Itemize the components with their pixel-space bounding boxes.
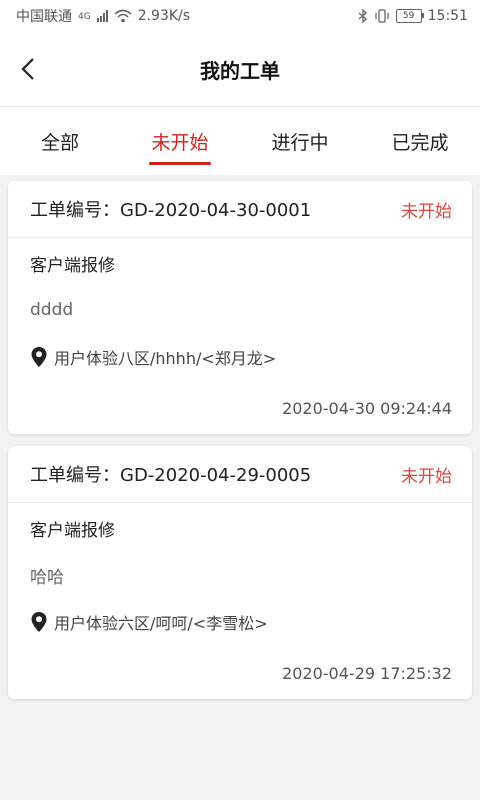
order-card-header: 工单编号：GD-2020-04-29-0005 未开始 [8, 446, 472, 503]
order-time: 2020-04-30 09:24:44 [282, 398, 452, 418]
wifi-icon [114, 9, 132, 23]
tab-bar: 全部 未开始 进行中 已完成 [0, 107, 480, 175]
status-bar: 中国联通 4G 2.93K/s 59 15:51 [0, 0, 480, 32]
location-pin-icon [31, 347, 47, 367]
order-status-badge: 未开始 [401, 201, 452, 222]
order-location: 用户体验六区/呵呵/<李雪松> [54, 614, 268, 633]
order-type: 客户端报修 [30, 520, 115, 541]
location-pin-icon [31, 612, 47, 632]
order-location: 用户体验八区/hhhh/<郑月龙> [54, 349, 277, 368]
clock: 15:51 [427, 8, 468, 24]
status-bar-left: 中国联通 4G 2.93K/s [16, 6, 190, 26]
order-number: 工单编号：GD-2020-04-29-0005 [30, 465, 312, 486]
status-bar-right: 59 15:51 [358, 8, 468, 24]
network-type: 4G [78, 12, 91, 22]
order-location-row: 用户体验六区/呵呵/<李雪松> [30, 597, 452, 647]
order-card-body: 客户端报修 dddd 用户体验八区/hhhh/<郑月龙> 2020-04-30 … [8, 238, 472, 434]
network-speed: 2.93K/s [137, 8, 191, 24]
vibrate-icon [374, 9, 389, 23]
order-number: 工单编号：GD-2020-04-30-0001 [30, 200, 312, 221]
tab-in-progress[interactable]: 进行中 [240, 107, 360, 175]
order-card-body: 客户端报修 哈哈 用户体验六区/呵呵/<李雪松> 2020-04-29 17:2… [8, 503, 472, 699]
chevron-left-icon [21, 58, 34, 80]
battery-icon: 59 [395, 9, 424, 23]
tab-completed[interactable]: 已完成 [360, 107, 480, 175]
order-time: 2020-04-29 17:25:32 [282, 663, 452, 683]
order-card[interactable]: 工单编号：GD-2020-04-29-0005 未开始 客户端报修 哈哈 用户体… [8, 446, 472, 699]
tab-all[interactable]: 全部 [0, 107, 120, 175]
order-card[interactable]: 工单编号：GD-2020-04-30-0001 未开始 客户端报修 dddd 用… [8, 181, 472, 434]
order-description: dddd [30, 300, 74, 320]
carrier-name: 中国联通 [16, 9, 72, 25]
back-button[interactable] [14, 55, 42, 83]
order-status-badge: 未开始 [401, 466, 452, 487]
order-list: 工单编号：GD-2020-04-30-0001 未开始 客户端报修 dddd 用… [0, 175, 480, 699]
battery-level: 59 [402, 11, 415, 21]
order-location-row: 用户体验八区/hhhh/<郑月龙> [30, 332, 452, 382]
order-card-header: 工单编号：GD-2020-04-30-0001 未开始 [8, 181, 472, 238]
tab-not-started[interactable]: 未开始 [120, 107, 240, 175]
signal-icon [96, 10, 108, 22]
nav-bar: 我的工单 [0, 32, 480, 107]
order-type: 客户端报修 [30, 255, 115, 276]
page-title: 我的工单 [200, 58, 280, 83]
bluetooth-icon [358, 9, 367, 23]
order-description: 哈哈 [30, 567, 64, 588]
